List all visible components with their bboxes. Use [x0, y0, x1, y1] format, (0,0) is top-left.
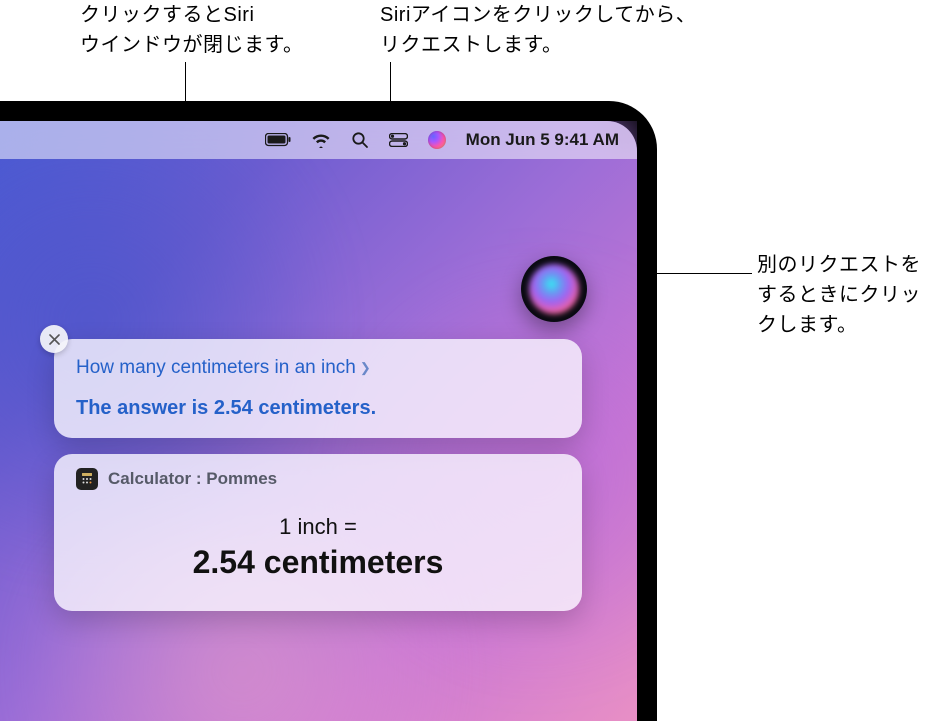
calculator-title: Calculator : Pommes	[108, 469, 277, 489]
siri-waveform-icon	[529, 264, 579, 314]
callout-close-note: クリックするとSiri ウインドウが閉じます。	[80, 0, 304, 60]
mac-device-frame: Mon Jun 5 9:41 AM How many centimeters i…	[0, 101, 657, 721]
conversion-to-text: 2.54 centimeters	[76, 544, 560, 581]
calculator-app-icon	[76, 468, 98, 490]
callout-orb-note: 別のリクエストを するときにクリッ クします。	[757, 250, 921, 340]
wifi-icon[interactable]	[311, 133, 331, 148]
conversion-from-text: 1 inch =	[76, 514, 560, 540]
chevron-right-icon: ❯	[360, 360, 371, 376]
control-center-icon[interactable]	[389, 133, 408, 147]
siri-answer-card: How many centimeters in an inch ❯ The an…	[54, 339, 582, 438]
spotlight-search-icon[interactable]	[351, 131, 369, 149]
siri-answer-text: The answer is 2.54 centimeters.	[76, 397, 560, 420]
close-siri-window-button[interactable]	[40, 325, 68, 353]
menubar-datetime[interactable]: Mon Jun 5 9:41 AM	[466, 130, 619, 150]
siri-menubar-icon[interactable]	[428, 131, 446, 149]
battery-icon[interactable]	[265, 133, 291, 147]
desktop-screen: Mon Jun 5 9:41 AM How many centimeters i…	[0, 121, 637, 721]
siri-query-link[interactable]: How many centimeters in an inch ❯	[76, 357, 560, 379]
menu-bar: Mon Jun 5 9:41 AM	[0, 121, 637, 159]
calculator-result: 1 inch = 2.54 centimeters	[76, 514, 560, 581]
siri-query-text: How many centimeters in an inch	[76, 357, 356, 379]
calculator-card: Calculator : Pommes 1 inch = 2.54 centim…	[54, 454, 582, 611]
calculator-card-header: Calculator : Pommes	[76, 468, 560, 490]
siri-orb-button[interactable]	[521, 256, 587, 322]
siri-results-container: How many centimeters in an inch ❯ The an…	[54, 339, 582, 627]
callout-menubar-siri-note: Siriアイコンをクリックしてから、 リクエストします。	[380, 0, 696, 60]
